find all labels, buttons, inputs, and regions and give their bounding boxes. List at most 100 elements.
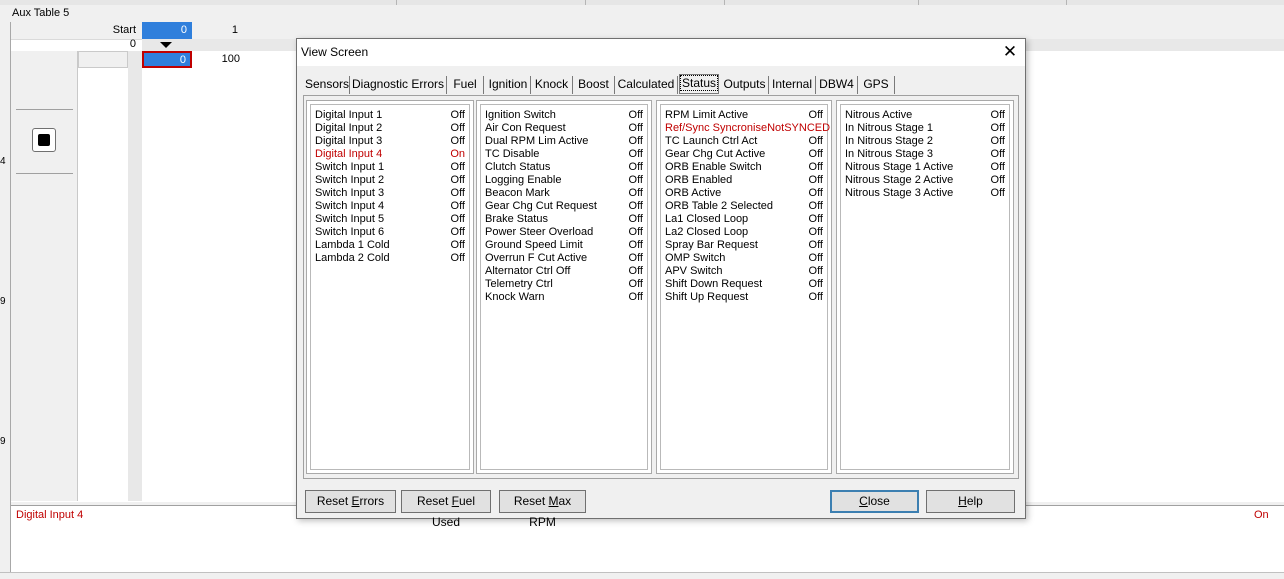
close-icon[interactable]: ✕ <box>997 41 1023 63</box>
status-value: Off <box>450 226 465 238</box>
status-row: Switch Input 5 Off <box>315 213 465 226</box>
tab-label: Boost <box>578 77 609 91</box>
tab-label: Diagnostic Errors <box>351 77 445 91</box>
status-row: Nitrous Active Off <box>845 109 1005 122</box>
column-header <box>78 51 128 68</box>
status-value: Off <box>990 109 1005 121</box>
status-row: TC Disable Off <box>485 148 643 161</box>
status-name: Brake Status <box>485 213 548 225</box>
status-name: Switch Input 1 <box>315 161 385 173</box>
status-value: Off <box>808 213 823 225</box>
status-name: Dual RPM Lim Active <box>485 135 589 147</box>
divider <box>16 173 73 174</box>
status-value: Off <box>450 174 465 186</box>
status-name: Shift Up Request <box>665 291 749 303</box>
tab-label: Fuel <box>453 77 477 91</box>
status-value: Off <box>808 200 823 212</box>
status-name: Lambda 1 Cold <box>315 239 390 251</box>
row-label: 0 <box>129 38 136 50</box>
status-value: Off <box>808 187 823 199</box>
tab-status[interactable]: Status <box>679 74 719 94</box>
status-name: Overrun F Cut Active <box>485 252 588 264</box>
tab-calculated[interactable]: Calculated <box>615 76 678 94</box>
status-value: Off <box>808 174 823 186</box>
close-button[interactable]: Close <box>830 490 919 513</box>
start-label: Start <box>112 24 136 36</box>
status-name: Digital Input 4 <box>315 148 383 160</box>
start-cell[interactable]: 0 <box>142 22 192 39</box>
status-row: Ground Speed Limit Off <box>485 239 643 252</box>
status-name: Knock Warn <box>485 291 545 303</box>
tab-dbw4[interactable]: DBW4 <box>816 76 858 94</box>
status-name: Switch Input 4 <box>315 200 385 212</box>
status-row: Brake Status Off <box>485 213 643 226</box>
status-row: TC Launch Ctrl Act Off <box>665 135 823 148</box>
status-row: Alternator Ctrl Off Off <box>485 265 643 278</box>
dialog-title: View Screen <box>301 45 369 59</box>
status-value: Off <box>628 109 643 121</box>
status-tab-panel: Digital Input 1 Off Digital Input 2 Off Digi… <box>303 95 1019 479</box>
status-value: Off <box>990 187 1005 199</box>
status-row: Shift Up Request Off <box>665 291 823 304</box>
status-list-4[interactable]: Nitrous Active Off In Nitrous Stage 1 Off In… <box>836 100 1014 474</box>
selected-cell[interactable]: 0 <box>142 51 192 68</box>
status-name: Gear Chg Cut Request <box>485 200 597 212</box>
tab-ignition[interactable]: Ignition <box>486 76 531 94</box>
status-name: Lambda 2 Cold <box>315 252 390 264</box>
status-value: Off <box>990 174 1005 186</box>
reset-errors-button[interactable]: Reset Errors <box>305 490 396 513</box>
status-list-1[interactable]: Digital Input 1 Off Digital Input 2 Off Digi… <box>306 100 474 474</box>
status-value: Off <box>450 109 465 121</box>
status-row: Ref/Sync SyncroniseNotSYNCED <box>665 122 830 135</box>
status-name: In Nitrous Stage 3 <box>845 148 934 160</box>
status-name: Digital Input 2 <box>315 122 383 134</box>
divider <box>16 109 73 110</box>
status-value: Off <box>628 239 643 251</box>
status-name: In Nitrous Stage 2 <box>845 135 934 147</box>
stop-button[interactable] <box>32 128 56 152</box>
status-name: Switch Input 6 <box>315 226 385 238</box>
status-value: Off <box>450 187 465 199</box>
status-list-2[interactable]: Ignition Switch Off Air Con Request Off Dual… <box>476 100 652 474</box>
edge-mark: 4 <box>0 156 6 167</box>
tab-gps[interactable]: GPS <box>858 76 895 94</box>
status-list-3[interactable]: RPM Limit Active Off Ref/Sync SyncroniseNo… <box>656 100 832 474</box>
status-value: Off <box>990 161 1005 173</box>
tab-fuel[interactable]: Fuel <box>447 76 484 94</box>
reset-fuel-used-button[interactable]: Reset Fuel Used <box>401 490 491 529</box>
status-value: Off <box>808 291 823 303</box>
tab-knock[interactable]: Knock <box>531 76 573 94</box>
status-row: Logging Enable Off <box>485 174 643 187</box>
status-name: Telemetry Ctrl <box>485 278 553 290</box>
status-row: Air Con Request Off <box>485 122 643 135</box>
status-value: Off <box>990 148 1005 160</box>
start-cell-2[interactable]: 1 <box>192 22 242 39</box>
help-button[interactable]: Help <box>926 490 1015 513</box>
stop-icon <box>38 134 50 146</box>
status-row: Digital Input 4 On <box>315 148 465 161</box>
tab-diagnostic-errors[interactable]: Diagnostic Errors <box>350 76 447 94</box>
tab-sensors[interactable]: Sensors <box>305 76 350 94</box>
status-name: Ignition Switch <box>485 109 556 121</box>
status-name: Gear Chg Cut Active <box>665 148 766 160</box>
status-value: Off <box>990 135 1005 147</box>
status-value: Off <box>808 226 823 238</box>
status-row: In Nitrous Stage 3 Off <box>845 148 1005 161</box>
tab-internal[interactable]: Internal <box>769 76 816 94</box>
table-cell[interactable]: 100 <box>192 53 242 65</box>
status-value: Off <box>808 265 823 277</box>
tab-boost[interactable]: Boost <box>573 76 615 94</box>
status-row: Spray Bar Request Off <box>665 239 823 252</box>
status-row: In Nitrous Stage 2 Off <box>845 135 1005 148</box>
reset-max-rpm-button[interactable]: Reset Max RPM <box>499 490 586 529</box>
status-name: Nitrous Active <box>845 109 913 121</box>
view-screen-dialog: View Screen ✕ Sensors Diagnostic Errors … <box>296 38 1026 529</box>
dialog-titlebar[interactable] <box>297 39 1025 66</box>
status-row: Nitrous Stage 3 Active Off <box>845 187 1005 200</box>
table-title: Aux Table 5 <box>12 7 70 19</box>
tab-outputs[interactable]: Outputs <box>721 76 769 94</box>
status-row: Ignition Switch Off <box>485 109 643 122</box>
status-value: Off <box>450 200 465 212</box>
status-value: Off <box>808 135 823 147</box>
status-name: ORB Enable Switch <box>665 161 762 173</box>
